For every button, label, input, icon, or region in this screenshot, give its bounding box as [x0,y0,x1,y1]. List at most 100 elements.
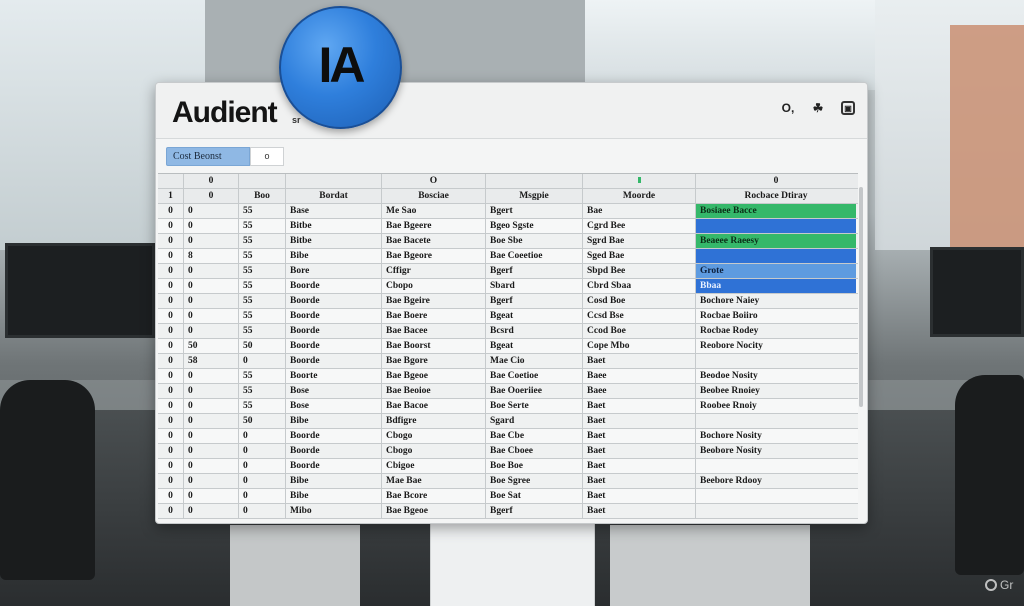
table-cell[interactable]: Ccod Boe [583,324,696,338]
status-cell[interactable]: Bochore Naiey [696,294,856,308]
table-cell[interactable]: 0 [184,384,239,398]
table-cell[interactable]: Boorde [286,339,382,353]
table-cell[interactable]: 0 [239,474,286,488]
table-cell[interactable]: 0 [158,369,184,383]
table-cell[interactable]: Bgeo Sgste [486,219,583,233]
table-cell[interactable]: 0 [184,204,239,218]
header-cell[interactable]: Msgpie [486,189,583,203]
table-cell[interactable]: 0 [184,219,239,233]
table-cell[interactable]: Bibe [286,474,382,488]
table-cell[interactable]: Mibo [286,504,382,518]
table-cell[interactable]: Boorde [286,324,382,338]
table-cell[interactable]: 0 [184,324,239,338]
status-cell[interactable] [696,459,856,473]
table-row[interactable]: 0 58 0 Boorde Bae Bgore Mae Cio Baet [158,354,858,369]
table-cell[interactable]: Bae Boere [382,309,486,323]
table-cell[interactable]: Baet [583,354,696,368]
table-cell[interactable]: Cbrd Sbaa [583,279,696,293]
table-cell[interactable]: Boe Sat [486,489,583,503]
table-cell[interactable]: 0 [158,459,184,473]
table-cell[interactable]: Bgert [486,204,583,218]
table-cell[interactable]: Cope Mbo [583,339,696,353]
table-cell[interactable]: Boe Sbe [486,234,583,248]
table-cell[interactable]: Bae Cboee [486,444,583,458]
table-cell[interactable]: Me Sao [382,204,486,218]
table-cell[interactable]: 0 [158,339,184,353]
column-header[interactable] [239,174,286,188]
status-cell[interactable] [696,489,856,503]
table-cell[interactable]: Bae Bgeoe [382,369,486,383]
table-row[interactable]: 0 0 55 Bitbe Bae Bgeere Bgeo Sgste Cgrd Bee [158,219,858,234]
table-cell[interactable]: 0 [184,294,239,308]
table-cell[interactable]: 0 [184,474,239,488]
status-cell[interactable]: Bbaa [696,279,856,293]
status-cell[interactable]: Roobee Rnoiy [696,399,856,413]
column-header[interactable] [583,174,696,188]
table-cell[interactable]: 0 [158,324,184,338]
table-cell[interactable]: 0 [158,474,184,488]
table-cell[interactable]: Bgeat [486,339,583,353]
table-cell[interactable]: Baet [583,474,696,488]
status-cell[interactable] [696,219,856,233]
table-cell[interactable]: 0 [239,429,286,443]
table-row[interactable]: 0 0 50 Bibe Bdfigre Sgard Baet [158,414,858,429]
header-cell[interactable]: 1 [158,189,184,203]
table-row[interactable]: 0 0 55 Bose Bae Beoioe Bae Ooeriiee Baee Beobee… [158,384,858,399]
table-row[interactable]: 0 0 0 Boorde Cbigoe Boe Boe Baet [158,459,858,474]
table-cell[interactable]: 0 [184,279,239,293]
table-cell[interactable]: Bore [286,264,382,278]
status-cell[interactable]: Bochore Nosity [696,429,856,443]
table-cell[interactable]: Baet [583,444,696,458]
table-cell[interactable]: 0 [239,444,286,458]
column-header[interactable] [286,174,382,188]
status-cell[interactable]: Beobee Rnoiey [696,384,856,398]
table-cell[interactable]: Bae Bgeere [382,219,486,233]
table-cell[interactable]: Bgeat [486,309,583,323]
table-cell[interactable]: 0 [239,489,286,503]
table-row[interactable]: 0 0 55 Bore Cffigr Bgerf Sbpd Bee Grote [158,264,858,279]
header-cell[interactable]: Bordat [286,189,382,203]
table-cell[interactable]: Boe Boe [486,459,583,473]
table-cell[interactable]: 0 [158,399,184,413]
table-cell[interactable]: 0 [184,459,239,473]
table-cell[interactable]: Bae Ooeriiee [486,384,583,398]
table-cell[interactable]: Boorde [286,279,382,293]
table-row[interactable]: 0 0 55 Boorte Bae Bgeoe Bae Coetioe Baee Beodoe… [158,369,858,384]
table-cell[interactable]: Bitbe [286,219,382,233]
table-cell[interactable]: Cbigoe [382,459,486,473]
column-header[interactable] [486,174,583,188]
table-cell[interactable]: 58 [184,354,239,368]
column-header[interactable]: 0 [184,174,239,188]
table-cell[interactable]: 8 [184,249,239,263]
table-cell[interactable]: 55 [239,309,286,323]
table-cell[interactable]: Boorde [286,354,382,368]
table-cell[interactable]: Bae Bcore [382,489,486,503]
table-cell[interactable]: 0 [158,309,184,323]
table-cell[interactable]: Bae Coeetioe [486,249,583,263]
table-cell[interactable]: 0 [158,444,184,458]
filter-button[interactable]: Cost Beonst [166,146,250,166]
table-row[interactable]: 0 8 55 Bibe Bae Bgeore Bae Coeetioe Sged Bae [158,249,858,264]
table-cell[interactable]: 0 [158,294,184,308]
status-cell[interactable] [696,249,856,263]
status-cell[interactable]: Beodoe Nosity [696,369,856,383]
table-cell[interactable]: Baet [583,504,696,518]
column-header[interactable] [158,174,184,188]
table-cell[interactable]: Boorte [286,369,382,383]
table-cell[interactable]: 55 [239,264,286,278]
status-cell[interactable]: Beebore Rdooy [696,474,856,488]
table-row[interactable]: 0 0 55 Base Me Sao Bgert Bae Bosiaee Bacce [158,204,858,219]
table-cell[interactable]: Bose [286,399,382,413]
table-cell[interactable]: 0 [158,204,184,218]
table-row[interactable]: 0 0 55 Bitbe Bae Bacete Boe Sbe Sgrd Bae Beaeee… [158,234,858,249]
status-cell[interactable]: Rocbae Rodey [696,324,856,338]
table-cell[interactable]: 0 [184,399,239,413]
table-cell[interactable]: Sbard [486,279,583,293]
table-cell[interactable]: 50 [239,339,286,353]
vertical-scrollbar[interactable] [859,187,863,407]
table-cell[interactable]: 0 [158,414,184,428]
table-row[interactable]: 0 0 55 Boorde Bae Bacee Bcsrd Ccod Boe Rocbae R… [158,324,858,339]
table-cell[interactable]: Sged Bae [583,249,696,263]
table-cell[interactable]: 0 [158,279,184,293]
status-cell[interactable] [696,504,856,518]
